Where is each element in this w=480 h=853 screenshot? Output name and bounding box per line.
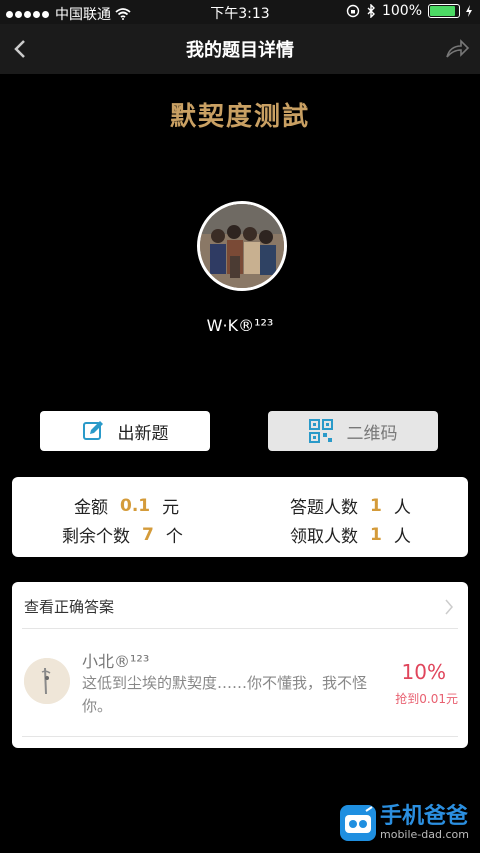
user-avatar	[197, 201, 287, 291]
answerer-avatar	[24, 658, 70, 704]
answerer-comment: 这低到尘埃的默契度……你不懂我，我不怪你。	[82, 674, 368, 715]
answerers-label: 答题人数	[290, 498, 358, 518]
amount-value: 0.1	[120, 495, 151, 516]
avatar-photo	[200, 204, 284, 288]
watermark-sub: mobile-dad.com	[380, 828, 469, 841]
amount-label: 金额	[74, 498, 108, 518]
answerer-percent: 10%	[401, 660, 446, 684]
battery-icon	[428, 4, 460, 18]
new-question-label: 出新题	[117, 423, 169, 444]
remaining-value: 7	[142, 524, 154, 545]
watermark-logo-icon	[340, 805, 376, 841]
divider	[22, 736, 458, 737]
answerers-unit: 人	[393, 498, 411, 518]
share-icon[interactable]	[444, 36, 470, 62]
answerer-grabbed: 抢到0.01元	[395, 692, 458, 706]
nav-bar: 我的题目详情	[0, 24, 480, 74]
new-question-button[interactable]: 出新题	[40, 411, 210, 451]
claimed-unit: 人	[393, 527, 411, 547]
remaining-label: 剩余个数	[62, 527, 130, 547]
answerer-name: 小北®¹²³	[82, 652, 150, 671]
stat-remaining: 剩余个数 7 个	[62, 522, 183, 548]
bluetooth-icon	[367, 4, 375, 18]
stat-answerers: 答题人数 1 人	[290, 493, 411, 519]
status-right: 100%	[346, 3, 472, 19]
answers-card: 查看正确答案 小北®¹²³ 这低到尘埃的默契度……你不懂我，我不怪你。 10% …	[12, 582, 468, 748]
watermark-main: 手机爸爸	[380, 804, 469, 829]
view-correct-answers-link[interactable]: 查看正确答案	[24, 596, 114, 617]
stats-card: 金额 0.1 元 答题人数 1 人 剩余个数 7 个 领取人数 1 人	[12, 477, 468, 557]
qr-code-icon	[308, 419, 333, 443]
status-bar: 中国联通 下午3:13 100%	[0, 0, 480, 24]
stat-amount: 金额 0.1 元	[74, 493, 180, 519]
amount-unit: 元	[162, 498, 180, 518]
answerer-avatar-image	[24, 658, 70, 704]
watermark: 手机爸爸 mobile-dad.com	[340, 805, 469, 841]
username: W·K®¹²³	[206, 316, 274, 335]
qr-code-button[interactable]: 二维码	[268, 411, 438, 451]
quiz-title: 默契度测試	[169, 102, 310, 132]
rotation-lock-icon	[346, 4, 360, 18]
charging-icon	[466, 5, 472, 17]
divider	[22, 628, 458, 629]
battery-percent: 100%	[381, 3, 422, 19]
remaining-unit: 个	[165, 527, 183, 547]
answerers-value: 1	[370, 495, 382, 516]
claimed-value: 1	[370, 524, 382, 545]
page-title: 我的题目详情	[186, 40, 294, 61]
qr-code-label: 二维码	[346, 423, 398, 444]
chevron-right-icon[interactable]	[444, 598, 454, 616]
stat-claimed: 领取人数 1 人	[290, 522, 411, 548]
edit-icon	[82, 421, 103, 440]
claimed-label: 领取人数	[290, 527, 358, 547]
